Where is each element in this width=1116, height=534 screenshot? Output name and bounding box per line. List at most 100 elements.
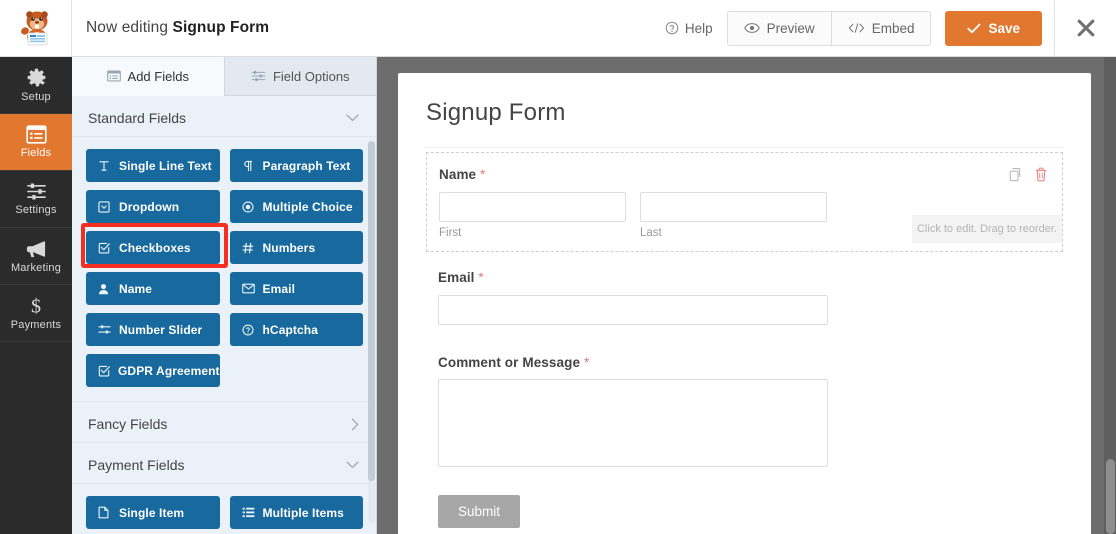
sublabel-first: First <box>439 227 462 239</box>
sidebar-item-setup[interactable]: Setup <box>0 57 72 114</box>
form-field-email[interactable]: Email * <box>426 256 1063 337</box>
sidebar-item-label: Fields <box>20 147 52 159</box>
person-icon <box>98 283 111 295</box>
sidebar-item-fields[interactable]: Fields <box>0 114 72 171</box>
field-button-paragraph-text[interactable]: Paragraph Text <box>229 149 363 182</box>
field-button-hcaptcha[interactable]: hCaptcha <box>229 313 363 346</box>
form-field-name[interactable]: Name * First Last Click to edit. Drag to… <box>426 152 1063 252</box>
payment-fields-grid: Single Item Multiple Items <box>72 484 376 534</box>
close-button[interactable] <box>1054 0 1116 56</box>
svg-text:$: $ <box>31 296 41 316</box>
envelope-icon <box>241 283 255 294</box>
chevron-down-icon <box>346 461 359 469</box>
form-card: Signup Form Name * First Last Click to e… <box>398 73 1091 534</box>
dropdown-icon <box>98 200 111 213</box>
save-button[interactable]: Save <box>945 10 1042 46</box>
standard-fields-grid: Single Line Text Paragraph Text Dropdown <box>72 137 376 395</box>
sidebar-item-label: Setup <box>21 91 51 103</box>
field-button-numbers[interactable]: Numbers <box>229 231 363 264</box>
field-button-dropdown[interactable]: Dropdown <box>86 190 220 223</box>
tab-add-fields[interactable]: Add Fields <box>72 57 224 96</box>
email-input[interactable] <box>438 295 828 325</box>
last-name-input[interactable] <box>640 192 827 222</box>
field-button-label: Numbers <box>262 240 316 255</box>
sidebar-item-label: Payments <box>10 319 62 331</box>
delete-field-button[interactable] <box>1034 167 1048 182</box>
comment-textarea[interactable] <box>438 379 828 467</box>
sidebar-nav: Setup Fields Settings Marketing $ Paymen… <box>0 57 72 534</box>
embed-label: Embed <box>871 20 915 36</box>
canvas-scrollbar-thumb[interactable] <box>1106 459 1115 534</box>
field-button-multiple-items[interactable]: Multiple Items <box>229 496 363 529</box>
text-cursor-icon <box>98 160 111 172</box>
sliders-icon <box>26 183 46 200</box>
brand-logo <box>0 0 72 56</box>
form-preview-canvas: Signup Form Name * First Last Click to e… <box>377 57 1116 534</box>
field-button-label: Number Slider <box>119 322 203 337</box>
sidebar-item-settings[interactable]: Settings <box>0 171 72 228</box>
duplicate-field-button[interactable] <box>1008 167 1023 182</box>
field-button-number-slider[interactable]: Number Slider <box>86 313 220 346</box>
chevron-right-icon <box>351 418 359 431</box>
tab-field-options[interactable]: Field Options <box>223 57 376 96</box>
radio-icon <box>241 200 255 213</box>
field-button-label: Single Item <box>119 505 185 520</box>
required-mark: * <box>583 355 590 370</box>
eye-icon <box>743 23 760 33</box>
sidebar-item-payments[interactable]: $ Payments <box>0 285 72 342</box>
sliders-icon <box>251 70 266 82</box>
panel-icon <box>106 70 121 82</box>
help-label: Help <box>684 20 713 36</box>
hash-icon <box>242 242 255 254</box>
section-title: Fancy Fields <box>88 416 168 432</box>
field-label-text: Comment or Message <box>438 355 581 370</box>
panel-tabs: Add Fields Field Options <box>72 57 376 96</box>
section-header-payment-fields[interactable]: Payment Fields <box>72 443 376 484</box>
field-label: Email * <box>438 270 1051 285</box>
save-label: Save <box>988 20 1020 36</box>
tab-label: Field Options <box>272 68 350 84</box>
panel-scroll-area: Standard Fields Single Line Text Paragra… <box>72 96 376 534</box>
field-button-single-line-text[interactable]: Single Line Text <box>86 149 220 182</box>
editing-prefix: Now editing <box>86 19 169 36</box>
preview-button[interactable]: Preview <box>727 11 831 45</box>
sidebar-item-marketing[interactable]: Marketing <box>0 228 72 285</box>
field-button-multiple-choice[interactable]: Multiple Choice <box>229 190 363 223</box>
topbar: Now editing Signup Form Help Preview Emb… <box>0 0 1116 57</box>
field-button-label: hCaptcha <box>262 322 318 337</box>
field-button-email[interactable]: Email <box>229 272 363 305</box>
section-header-fancy-fields[interactable]: Fancy Fields <box>72 401 376 443</box>
list-icon <box>242 507 255 518</box>
field-button-checkboxes[interactable]: Checkboxes <box>86 231 220 264</box>
section-title: Payment Fields <box>88 457 185 473</box>
form-field-comment-or-message[interactable]: Comment or Message * <box>426 341 1063 479</box>
field-button-label: Name <box>119 281 153 296</box>
embed-button[interactable]: Embed <box>830 11 931 45</box>
pilcrow-icon <box>242 160 255 172</box>
megaphone-icon <box>26 240 46 257</box>
close-icon <box>1077 19 1094 37</box>
help-button[interactable]: Help <box>651 15 727 42</box>
field-button-single-item[interactable]: Single Item <box>86 496 220 529</box>
section-header-standard-fields[interactable]: Standard Fields <box>72 96 376 137</box>
required-mark: * <box>480 167 486 182</box>
field-row-actions <box>1008 167 1048 182</box>
field-label-text: Email <box>438 270 475 285</box>
sublabel-last: Last <box>640 227 662 239</box>
sidebar-item-label: Marketing <box>10 261 62 274</box>
checkbox-icon <box>98 365 110 377</box>
form-builder-app: Now editing Signup Form Help Preview Emb… <box>0 0 1116 534</box>
panel-scrollbar-thumb[interactable] <box>368 141 375 481</box>
field-button-label: Dropdown <box>119 199 180 214</box>
wpforms-beaver-mascot-icon <box>20 11 48 46</box>
drag-hint-tooltip: Click to edit. Drag to reorder. <box>912 215 1062 243</box>
chevron-down-icon <box>346 114 359 122</box>
field-button-name[interactable]: Name <box>86 272 220 305</box>
field-button-gdpr-agreement[interactable]: GDPR Agreement <box>86 354 220 387</box>
field-label: Comment or Message * <box>438 355 1051 370</box>
checkbox-icon <box>98 242 111 254</box>
submit-button[interactable]: Submit <box>438 495 521 528</box>
form-name: Signup Form <box>172 19 270 36</box>
first-name-input[interactable] <box>439 192 626 222</box>
form-preview-title: Signup Form <box>426 99 566 126</box>
